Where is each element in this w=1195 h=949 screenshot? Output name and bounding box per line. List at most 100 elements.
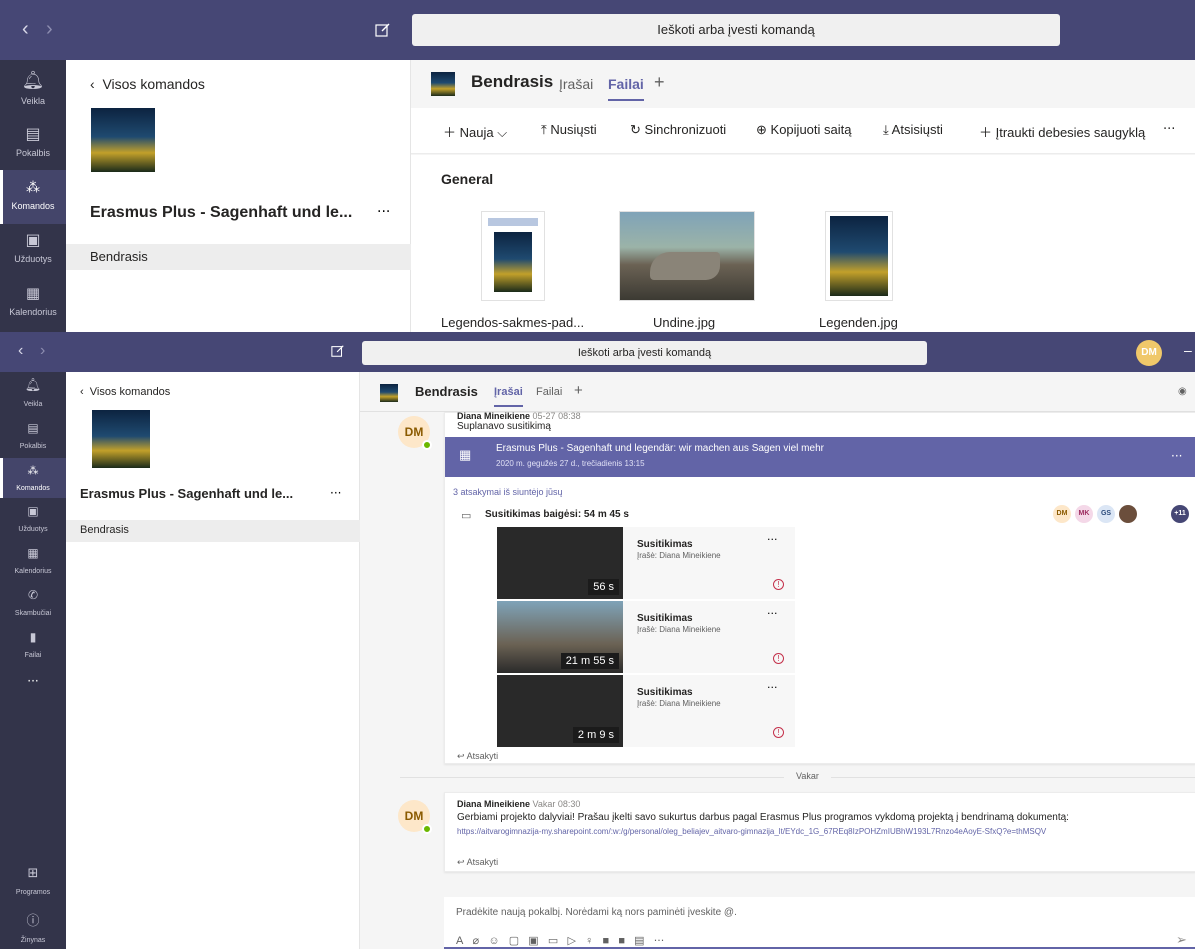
file-name[interactable]: Legenden.jpg bbox=[819, 315, 898, 330]
message-link[interactable]: https://aitvarogimnazija-my.sharepoint.c… bbox=[457, 827, 1046, 836]
participant-chip[interactable]: GS bbox=[1097, 505, 1115, 523]
rail-label: Užduotys bbox=[14, 254, 52, 264]
tab-posts[interactable]: Įrašai bbox=[559, 76, 593, 92]
rail-item-calendar[interactable]: ▦ Kalendorius bbox=[0, 278, 66, 330]
meeting-more-icon[interactable]: ··· bbox=[1171, 449, 1182, 463]
bag-icon: ▣ bbox=[25, 230, 41, 249]
rail-item-teams[interactable]: ⁂ Komandos bbox=[0, 170, 66, 224]
posts-view: Bendrasis Įrašai Failai + ◉ DM Diana Min… bbox=[360, 372, 1195, 949]
recording-card[interactable]: 2 m 9 s Susitikimas Įrašė: Diana Mineiki… bbox=[497, 675, 795, 747]
emoji-icon[interactable]: ☺ bbox=[488, 935, 499, 947]
rail-item-files[interactable]: ▮ Failai bbox=[0, 626, 66, 666]
rail-item-apps[interactable]: ⊞ Programos bbox=[0, 862, 66, 902]
recording-thumbnail: 56 s bbox=[497, 527, 623, 599]
add-cloud-button[interactable]: ＋ Įtraukti debesies saugyklą bbox=[979, 122, 1145, 141]
download-label: Atsisiųsti bbox=[891, 122, 943, 137]
rail-item-help[interactable]: ⓘ Žinynas bbox=[0, 906, 66, 946]
format-icon[interactable]: A bbox=[456, 935, 463, 947]
reply-button[interactable]: ↩ Atsakyti bbox=[457, 751, 498, 762]
tab-files[interactable]: Failai bbox=[608, 76, 644, 101]
file-thumbnail[interactable] bbox=[481, 211, 545, 301]
eye-icon[interactable]: ◉ bbox=[1178, 386, 1187, 397]
praise-icon[interactable]: ♀ bbox=[585, 935, 593, 947]
recording-card[interactable]: 56 s Susitikimas Įrašė: Diana Mineikiene… bbox=[497, 527, 795, 599]
search-input[interactable]: Ieškoti arba įvesti komandą bbox=[362, 341, 927, 365]
youtube-icon[interactable]: ■ bbox=[618, 935, 625, 947]
gif-icon[interactable]: ▢ bbox=[509, 935, 519, 947]
upload-button[interactable]: ⤒ Nusiųsti bbox=[541, 122, 597, 138]
recording-more-icon[interactable]: ··· bbox=[767, 607, 778, 620]
sync-icon: ↻ bbox=[630, 122, 641, 137]
rail-item-activity[interactable]: 🔔︎ Veikla bbox=[0, 374, 66, 414]
new-button[interactable]: ＋ Nauja ⌵ bbox=[443, 122, 507, 141]
toolbar-more-icon[interactable]: ··· bbox=[1163, 122, 1175, 137]
minimize-icon[interactable]: – bbox=[1184, 342, 1192, 358]
add-tab-button[interactable]: + bbox=[574, 382, 583, 399]
file-name[interactable]: Legendos-sakmes-pad... bbox=[441, 315, 584, 330]
forms-icon[interactable]: ▤ bbox=[634, 935, 644, 947]
back-to-teams-link[interactable]: ‹ Visos komandos bbox=[80, 386, 170, 398]
tab-posts[interactable]: Įrašai bbox=[494, 386, 523, 407]
participant-photo[interactable] bbox=[1119, 505, 1137, 523]
more-icon[interactable]: ··· bbox=[654, 934, 665, 947]
download-button[interactable]: ⤓ Atsisiųsti bbox=[883, 122, 943, 138]
rail-item-calls[interactable]: ✆ Skambučiai bbox=[0, 584, 66, 624]
rail-item-assignments[interactable]: ▣ Užduotys bbox=[0, 500, 66, 540]
rail-item-chat[interactable]: ▤ Pokalbis bbox=[0, 416, 66, 456]
rail-item-assignments[interactable]: ▣ Užduotys bbox=[0, 224, 66, 276]
calendar-icon: ▦ bbox=[27, 546, 39, 560]
participant-chip[interactable]: DM bbox=[1053, 505, 1071, 523]
compose-icon[interactable] bbox=[331, 344, 345, 358]
search-input[interactable]: Ieškoti arba įvesti komandą bbox=[412, 14, 1060, 46]
participant-chip[interactable]: MK bbox=[1075, 505, 1093, 523]
rail-label: Kalendorius bbox=[9, 307, 57, 317]
back-to-teams-link[interactable]: ‹ Visos komandos bbox=[90, 76, 205, 92]
back-nav-button[interactable]: ‹ bbox=[18, 342, 23, 360]
compose-icon[interactable] bbox=[375, 22, 391, 38]
file-name[interactable]: Undine.jpg bbox=[653, 315, 715, 330]
channel-item-general[interactable]: Bendrasis bbox=[66, 520, 360, 542]
add-tab-button[interactable]: + bbox=[654, 72, 665, 93]
user-avatar[interactable]: DM bbox=[1136, 340, 1162, 366]
back-nav-button[interactable]: ‹ bbox=[22, 18, 29, 41]
team-more-icon[interactable]: ··· bbox=[330, 486, 341, 500]
recording-author: Įrašė: Diana Mineikiene bbox=[637, 699, 721, 708]
copy-link-label: Kopijuoti saitą bbox=[770, 122, 852, 137]
rail-label: Užduotys bbox=[18, 526, 48, 533]
replies-summary[interactable]: 3 atsakymai iš siuntėjo jūsų bbox=[453, 487, 563, 497]
channel-item-general[interactable]: Bendrasis bbox=[66, 244, 411, 270]
rail-label: Pokalbis bbox=[15, 148, 51, 158]
team-more-icon[interactable]: ··· bbox=[377, 204, 390, 220]
send-icon[interactable]: ➢ bbox=[1176, 932, 1187, 948]
rail-item-activity[interactable]: 🔔︎ Veikla bbox=[0, 64, 66, 116]
record-icon[interactable]: ■ bbox=[603, 935, 610, 947]
teams-icon: ⁂ bbox=[27, 464, 39, 477]
participant-chip[interactable]: +11 bbox=[1171, 505, 1189, 523]
sync-button[interactable]: ↻ Sinchronizuoti bbox=[630, 122, 726, 138]
tab-files[interactable]: Failai bbox=[536, 386, 562, 398]
rail-item-teams[interactable]: ⁂ Komandos bbox=[0, 458, 66, 498]
rail-item-chat[interactable]: ▤ Pokalbis bbox=[0, 116, 66, 168]
meeting-banner[interactable]: ▦ Erasmus Plus - Sagenhaft und legendär:… bbox=[445, 437, 1195, 477]
sync-label: Sinchronizuoti bbox=[644, 122, 727, 137]
reply-button[interactable]: ↩ Atsakyti bbox=[457, 857, 498, 868]
sticker-icon[interactable]: ▣ bbox=[528, 935, 538, 947]
rail-item-calendar[interactable]: ▦ Kalendorius bbox=[0, 542, 66, 582]
forward-nav-button[interactable]: › bbox=[46, 18, 53, 41]
message-time: 05-27 08:38 bbox=[532, 411, 581, 421]
file-thumbnail[interactable] bbox=[825, 211, 893, 301]
recording-card[interactable]: 21 m 55 s Susitikimas Įrašė: Diana Minei… bbox=[497, 601, 795, 673]
copy-link-button[interactable]: ⊕ Kopijuoti saitą bbox=[756, 122, 851, 138]
calendar-icon: ▦ bbox=[459, 447, 472, 462]
recording-more-icon[interactable]: ··· bbox=[767, 681, 778, 694]
rail-label: Komandos bbox=[16, 485, 50, 492]
meet-now-icon[interactable]: ▭ bbox=[548, 935, 558, 947]
stream-icon[interactable]: ▷ bbox=[567, 935, 575, 947]
file-thumbnail[interactable] bbox=[619, 211, 755, 301]
forward-nav-button[interactable]: › bbox=[40, 342, 45, 360]
recording-more-icon[interactable]: ··· bbox=[767, 533, 778, 546]
attach-icon[interactable]: ⌀ bbox=[473, 935, 480, 947]
recording-title: Susitikimas bbox=[637, 687, 693, 698]
channel-team-avatar bbox=[380, 384, 398, 402]
rail-more-button[interactable]: ··· bbox=[0, 672, 66, 696]
